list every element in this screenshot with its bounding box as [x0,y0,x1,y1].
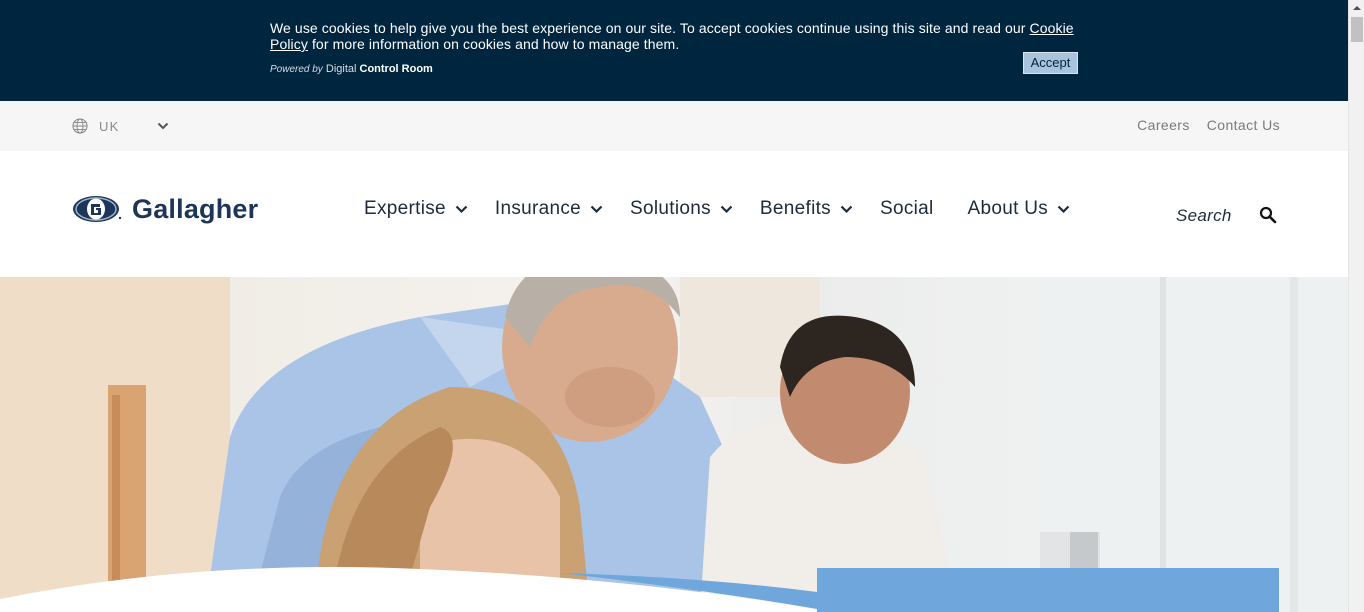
nav-item-benefits[interactable]: Benefits [760,198,853,220]
chevron-down-icon [840,205,853,213]
chevron-down-icon [455,205,468,213]
powered-by: Powered by Digital Control Room [270,62,433,77]
region-label: UK [99,118,120,134]
nav-item-label: Solutions [630,198,711,219]
contact-us-link[interactable]: Contact Us [1207,117,1280,133]
powered-by-brand: Digital [325,63,357,75]
gallagher-logo-mark-icon [73,196,122,222]
nav-item-label: Expertise [364,198,446,219]
globe-icon [72,118,88,134]
scrollbar-thumb[interactable] [1351,17,1363,42]
cookie-message-text: We use cookies to help give you the best… [270,20,1030,36]
accept-cookies-button[interactable]: Accept [1023,52,1078,74]
chevron-down-icon [720,205,733,213]
nav-item-insurance[interactable]: Insurance [495,198,603,220]
chevron-down-icon [158,122,169,130]
cookie-banner: We use cookies to help give you the best… [0,0,1348,101]
nav-item-solutions[interactable]: Solutions [630,198,733,220]
cookie-message: We use cookies to help give you the best… [270,20,1090,52]
nav-item-label: About Us [967,198,1049,219]
nav-item-about-us[interactable]: About Us [968,198,1071,220]
hero-card [817,568,1279,612]
region-selector[interactable]: UK [72,116,169,136]
hero-banner [0,277,1348,612]
nav-item-label: Social [879,198,934,219]
nav-item-label: Insurance [494,198,582,219]
chevron-down-icon [590,205,603,213]
page-scrollbar[interactable] [1348,0,1364,612]
main-nav: Expertise Insurance Solutions Benefits S… [364,198,1070,220]
scroll-up-arrow-icon[interactable] [1349,0,1364,16]
search-icon[interactable] [1259,206,1277,224]
utility-bar: UK Careers Contact Us [0,101,1348,151]
utility-links: Careers Contact Us [1137,117,1280,133]
cookie-message-text-end: for more information on cookies and how … [307,36,680,52]
search-input[interactable]: Search [1176,206,1232,226]
site-header: Gallagher Expertise Insurance Solutions … [0,151,1348,277]
careers-link[interactable]: Careers [1137,117,1190,133]
gallagher-logo[interactable]: Gallagher [72,191,258,227]
powered-by-product: Control Room [359,63,433,75]
nav-item-expertise[interactable]: Expertise [364,198,468,220]
hero-photo [0,277,1348,612]
logo-wordmark: Gallagher [132,193,259,224]
nav-item-label: Benefits [759,198,831,219]
chevron-down-icon [1057,205,1070,213]
nav-item-social[interactable]: Social [880,198,934,220]
powered-by-prefix: Powered by [270,64,323,75]
